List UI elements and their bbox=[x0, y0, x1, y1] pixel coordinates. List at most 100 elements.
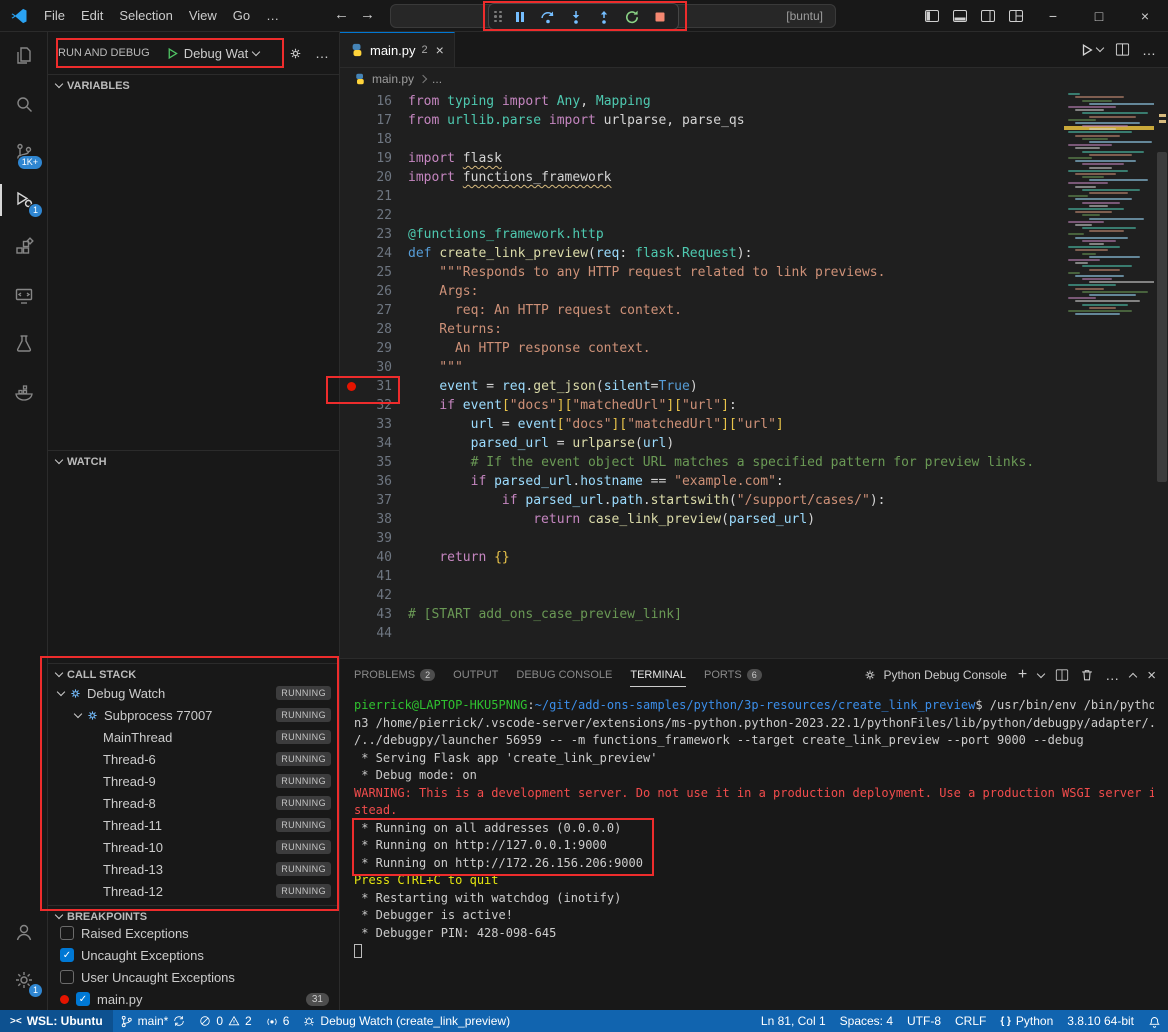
code-text[interactable]: # [START add_ons_case_preview_link] bbox=[408, 605, 682, 624]
nav-back-icon[interactable]: ← bbox=[334, 6, 349, 23]
menu-view[interactable]: View bbox=[181, 5, 225, 26]
panel-tab-problems[interactable]: PROBLEMS2 bbox=[354, 659, 435, 691]
settings-gear-icon[interactable]: 1 bbox=[0, 956, 47, 1004]
code-text[interactable]: @functions_framework.http bbox=[408, 225, 604, 244]
menu-go[interactable]: Go bbox=[225, 5, 258, 26]
call-stack-row[interactable]: Thread-13RUNNING bbox=[48, 858, 339, 880]
close-button[interactable]: × bbox=[1122, 0, 1168, 32]
breakpoint-gutter[interactable] bbox=[340, 382, 362, 391]
new-terminal-icon[interactable]: + bbox=[1018, 666, 1027, 684]
split-editor-icon[interactable] bbox=[1115, 42, 1130, 57]
code-text[interactable]: parsed_url = urlparse(url) bbox=[408, 434, 674, 453]
panel-tab-terminal[interactable]: TERMINAL bbox=[630, 659, 686, 691]
call-stack-row[interactable]: MainThreadRUNNING bbox=[48, 726, 339, 748]
code-text[interactable]: # If the event object URL matches a spec… bbox=[408, 453, 1034, 472]
breadcrumb[interactable]: main.py ... bbox=[340, 68, 1168, 90]
breakpoint-row[interactable]: User Uncaught Exceptions bbox=[48, 966, 339, 988]
minimize-button[interactable]: − bbox=[1030, 0, 1076, 32]
minimap[interactable] bbox=[1064, 92, 1154, 327]
source-control-icon[interactable]: 1K+ bbox=[0, 128, 47, 176]
code-text[interactable]: return case_link_preview(parsed_url) bbox=[408, 510, 815, 529]
breakpoint-checkbox[interactable] bbox=[60, 970, 74, 984]
menu-file[interactable]: File bbox=[36, 5, 73, 26]
remote-indicator[interactable]: >< WSL: Ubuntu bbox=[0, 1010, 113, 1032]
encoding-indicator[interactable]: UTF-8 bbox=[900, 1010, 948, 1032]
interpreter-indicator[interactable]: 3.8.10 64-bit bbox=[1060, 1010, 1141, 1032]
testing-icon[interactable] bbox=[0, 320, 47, 368]
call-stack-row[interactable]: Thread-6RUNNING bbox=[48, 748, 339, 770]
variables-section-header[interactable]: VARIABLES bbox=[48, 74, 339, 96]
search-icon[interactable] bbox=[0, 80, 47, 128]
step-over-button[interactable] bbox=[535, 5, 561, 28]
extensions-icon[interactable] bbox=[0, 224, 47, 272]
call-stack-row[interactable]: Thread-10RUNNING bbox=[48, 836, 339, 858]
debug-config-picker[interactable]: Debug Wat bbox=[160, 43, 266, 64]
code-text[interactable]: """Responds to any HTTP request related … bbox=[408, 263, 885, 282]
split-terminal-icon[interactable] bbox=[1055, 668, 1069, 682]
terminal-profile-chevron-icon[interactable] bbox=[1037, 669, 1045, 677]
call-stack-row[interactable]: Thread-12RUNNING bbox=[48, 880, 339, 902]
maximize-button[interactable]: □ bbox=[1076, 0, 1122, 32]
menu-edit[interactable]: Edit bbox=[73, 5, 111, 26]
code-text[interactable]: return {} bbox=[408, 548, 510, 567]
code-text[interactable]: from typing import Any, Mapping bbox=[408, 92, 651, 111]
debug-session-indicator[interactable]: Debug Watch (create_link_preview) bbox=[296, 1010, 517, 1032]
breakpoint-dot[interactable] bbox=[347, 382, 356, 391]
cursor-position[interactable]: Ln 81, Col 1 bbox=[754, 1010, 833, 1032]
code-text[interactable]: import flask bbox=[408, 149, 502, 168]
stop-button[interactable] bbox=[647, 5, 673, 28]
watch-section-header[interactable]: WATCH bbox=[48, 450, 339, 472]
tab-main-py[interactable]: main.py 2 × bbox=[340, 32, 455, 67]
indentation-indicator[interactable]: Spaces: 4 bbox=[833, 1010, 900, 1032]
call-stack-row[interactable]: Thread-9RUNNING bbox=[48, 770, 339, 792]
menu-selection[interactable]: Selection bbox=[111, 5, 180, 26]
breakpoint-row[interactable]: Raised Exceptions bbox=[48, 922, 339, 944]
maximize-panel-icon[interactable] bbox=[1129, 672, 1137, 680]
call-stack-row[interactable]: Debug WatchRUNNING bbox=[48, 682, 339, 704]
call-stack-row[interactable]: Thread-8RUNNING bbox=[48, 792, 339, 814]
pause-button[interactable] bbox=[507, 5, 533, 28]
editor-more-actions-icon[interactable]: … bbox=[1142, 42, 1156, 58]
notifications-bell[interactable] bbox=[1141, 1010, 1168, 1032]
run-and-debug-icon[interactable]: 1 bbox=[0, 176, 47, 224]
docker-icon[interactable] bbox=[0, 368, 47, 416]
restart-button[interactable] bbox=[619, 5, 645, 28]
nav-forward-icon[interactable]: → bbox=[360, 6, 375, 23]
customize-layout-icon[interactable] bbox=[1002, 0, 1030, 32]
step-out-button[interactable] bbox=[591, 5, 617, 28]
eol-indicator[interactable]: CRLF bbox=[948, 1010, 993, 1032]
menu-more[interactable]: … bbox=[258, 5, 287, 26]
panel-tab-debug-console[interactable]: DEBUG CONSOLE bbox=[516, 659, 612, 691]
toggle-panel-icon[interactable] bbox=[946, 0, 974, 32]
code-text[interactable]: if parsed_url.hostname == "example.com": bbox=[408, 472, 784, 491]
code-text[interactable]: if event["docs"]["matchedUrl"]["url"]: bbox=[408, 396, 737, 415]
explorer-icon[interactable] bbox=[0, 32, 47, 80]
toggle-sidebar-icon[interactable] bbox=[918, 0, 946, 32]
problems-indicator[interactable]: 0 2 bbox=[192, 1010, 258, 1032]
breadcrumb-symbol[interactable]: ... bbox=[432, 72, 442, 86]
code-text[interactable]: Returns: bbox=[408, 320, 502, 339]
panel-tab-ports[interactable]: PORTS6 bbox=[704, 659, 762, 691]
run-python-file-button[interactable] bbox=[1080, 43, 1103, 57]
breakpoint-checkbox[interactable]: ✓ bbox=[76, 992, 90, 1006]
accounts-icon[interactable] bbox=[0, 908, 47, 956]
panel-more-actions-icon[interactable]: … bbox=[1105, 667, 1119, 683]
breakpoint-checkbox[interactable] bbox=[60, 926, 74, 940]
code-text[interactable]: def create_link_preview(req: flask.Reque… bbox=[408, 244, 752, 263]
toggle-secondary-sidebar-icon[interactable] bbox=[974, 0, 1002, 32]
close-panel-icon[interactable]: × bbox=[1147, 667, 1156, 684]
sidebar-more-actions-icon[interactable]: … bbox=[315, 45, 329, 61]
code-text[interactable]: from urllib.parse import urlparse, parse… bbox=[408, 111, 745, 130]
remote-explorer-icon[interactable] bbox=[0, 272, 47, 320]
breadcrumb-file[interactable]: main.py bbox=[372, 72, 414, 86]
terminal-content[interactable]: pierrick@LAPTOP-HKU5PNNG:~/git/add-ons-s… bbox=[354, 697, 1154, 1010]
code-text[interactable]: req: An HTTP request context. bbox=[408, 301, 682, 320]
code-text[interactable]: import functions_framework bbox=[408, 168, 612, 187]
code-text[interactable]: An HTTP response context. bbox=[408, 339, 651, 358]
code-text[interactable]: event = req.get_json(silent=True) bbox=[408, 377, 698, 396]
breakpoint-row[interactable]: ✓main.py31 bbox=[48, 988, 339, 1010]
breakpoint-row[interactable]: ✓Uncaught Exceptions bbox=[48, 944, 339, 966]
editor-scrollbar[interactable] bbox=[1156, 90, 1168, 658]
tab-close-icon[interactable]: × bbox=[436, 42, 444, 58]
scrollbar-thumb[interactable] bbox=[1157, 152, 1167, 482]
